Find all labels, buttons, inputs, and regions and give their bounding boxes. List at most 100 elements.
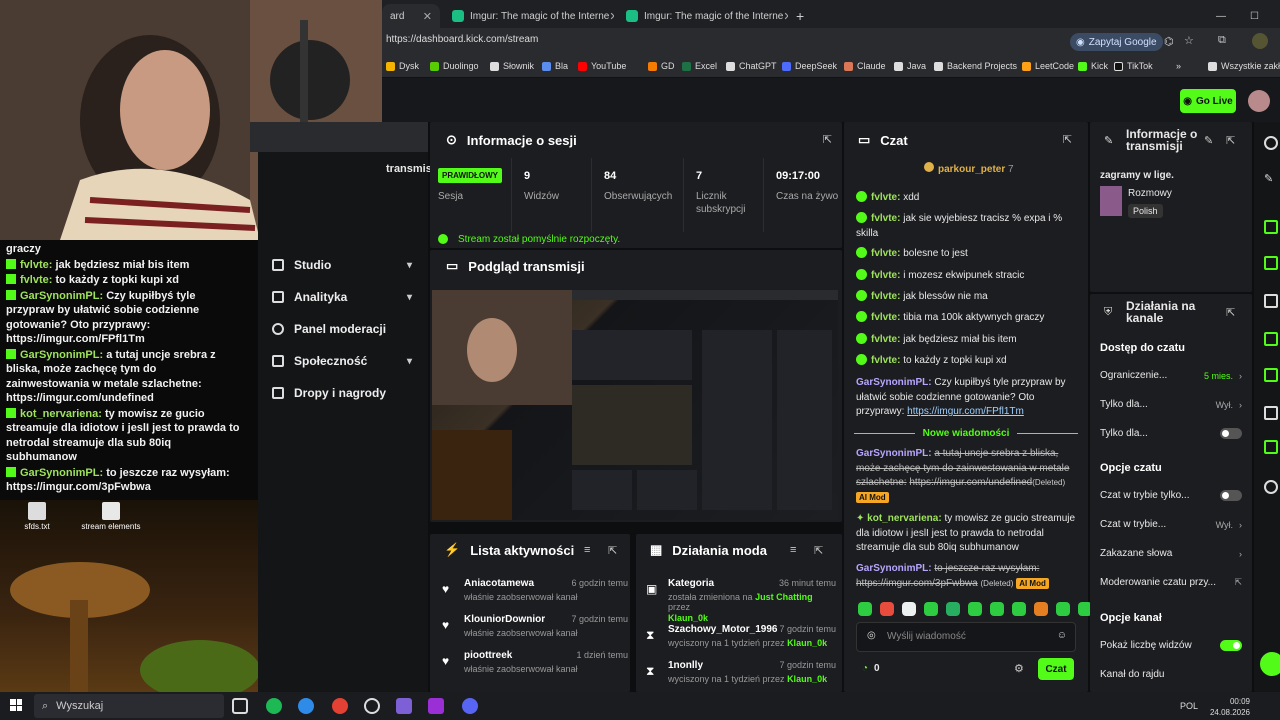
emote-icon[interactable] (902, 602, 916, 616)
bolt-icon[interactable] (1264, 256, 1278, 270)
toggle-switch[interactable] (1220, 490, 1242, 501)
bookmark[interactable]: LeetCode (1022, 61, 1074, 71)
bookmark[interactable]: Słownik (490, 61, 534, 71)
info-icon[interactable] (1264, 136, 1278, 150)
popout-icon[interactable]: ⇱ (608, 544, 617, 557)
bookmark[interactable]: GD (648, 61, 675, 71)
channel-points[interactable]: ◔ 0 (862, 663, 880, 674)
sidebar-item-moderation[interactable]: Panel moderacji (272, 322, 412, 336)
raid-row[interactable]: Kanał do rajdu (1100, 669, 1242, 680)
gear-icon[interactable]: ⚙ (1014, 662, 1024, 675)
filter-icon[interactable]: ≡ (584, 544, 590, 556)
new-tab-button[interactable]: + (788, 4, 812, 28)
bookmark[interactable]: YouTube (578, 61, 626, 71)
bookmark[interactable]: Claude (844, 61, 886, 71)
task-view-icon[interactable] (232, 698, 248, 714)
sidebar-item-community[interactable]: Społeczność ▾ (272, 354, 412, 368)
browser-tab[interactable]: Imgur: The magic of the Interne ✕ (618, 4, 788, 28)
mode-row[interactable]: Czat w trybie... Wył. › (1100, 519, 1242, 530)
close-icon[interactable]: ✕ (609, 10, 614, 23)
bookmark[interactable]: DeepSeek (782, 61, 837, 71)
chat-icon[interactable] (1264, 332, 1278, 346)
send-chat-button[interactable]: Czat (1038, 658, 1074, 680)
grid-icon[interactable] (1264, 406, 1278, 420)
bookmark[interactable]: Duolingo (430, 61, 479, 71)
clock[interactable]: 00:09 24.08.2026 (1210, 696, 1250, 718)
panel-toggle-icon[interactable] (1264, 220, 1278, 234)
shield-icon[interactable] (1264, 368, 1278, 382)
url-field[interactable]: https://dashboard.kick.com/stream (386, 34, 538, 45)
bookmark-star-icon[interactable]: ☆ (1184, 34, 1194, 47)
bookmark[interactable]: Wszystkie zakła (1208, 61, 1280, 71)
maximize-button[interactable]: ☐ (1242, 4, 1266, 28)
discord-icon[interactable] (462, 698, 478, 714)
extensions-icon[interactable]: ⧉ (1218, 34, 1226, 47)
chat-link[interactable]: https://imgur.com/FPfl1Tm (907, 406, 1024, 417)
profile-icon[interactable] (1252, 33, 1268, 49)
emote-icon[interactable] (924, 602, 938, 616)
emote-icon[interactable] (1012, 602, 1026, 616)
minimize-button[interactable]: — (1208, 4, 1232, 28)
followers-only-row[interactable]: Tylko dla... Wył. › (1100, 399, 1242, 410)
app-icon[interactable] (428, 698, 444, 714)
apps-icon[interactable] (1264, 480, 1278, 494)
sidebar-item-studio[interactable]: Studio ▾ (272, 258, 412, 272)
popout-icon[interactable]: ⇱ (823, 133, 832, 146)
headset-icon[interactable] (1260, 652, 1280, 676)
chat-input[interactable]: ◎ Wyślij wiadomość ☺ (856, 622, 1076, 652)
gavel-icon[interactable] (1264, 440, 1278, 454)
avatar[interactable] (1248, 90, 1270, 112)
incognito-icon[interactable]: ⌬ (1164, 35, 1174, 48)
slow-mode-row[interactable]: Czat w trybie tylko... (1100, 490, 1242, 501)
obs-icon[interactable] (364, 698, 380, 714)
app-icon[interactable] (396, 698, 412, 714)
bookmark[interactable]: Kick (1078, 61, 1108, 71)
restriction-row[interactable]: Ograniczenie... 5 mies. › (1100, 370, 1242, 381)
go-live-button[interactable]: ◉ Go Live (1180, 89, 1236, 113)
popout-icon[interactable]: ⇱ (814, 544, 823, 557)
emote-icon[interactable] (880, 602, 894, 616)
desktop-icon-stream-elements[interactable]: stream elements (76, 502, 146, 531)
taskbar-search[interactable]: ⌕ Wyszukaj (34, 694, 224, 718)
sidebar-item-active[interactable] (250, 122, 428, 152)
sidebar-item-drops[interactable]: Dropy i nagrody (272, 386, 412, 400)
emote-icon[interactable] (990, 602, 1004, 616)
desktop-icon-file[interactable]: sfds.txt (2, 502, 72, 531)
filter-icon[interactable]: ≡ (790, 544, 796, 556)
moderation-row[interactable]: Moderowanie czatu przy... ⇱ (1100, 577, 1242, 588)
pencil-icon[interactable]: ✎ (1264, 172, 1278, 186)
popout-icon[interactable]: ⇱ (1063, 133, 1072, 146)
bookmark[interactable]: TikTok (1114, 61, 1153, 71)
emote-picker-icon[interactable]: ◎ (867, 630, 876, 641)
emote-icon[interactable] (946, 602, 960, 616)
browser-tab[interactable]: ard ✕ (382, 4, 440, 28)
chrome-icon[interactable] (332, 698, 348, 714)
emote-icon[interactable] (1034, 602, 1048, 616)
browser-tab[interactable]: Imgur: The magic of the Interne ✕ (444, 4, 614, 28)
subs-only-row[interactable]: Tylko dla... (1100, 428, 1242, 439)
bookmark[interactable]: Backend Projects (934, 61, 1017, 71)
edge-icon[interactable] (298, 698, 314, 714)
smiley-icon[interactable]: ☺ (1057, 630, 1067, 641)
windows-start-icon[interactable] (10, 699, 22, 711)
list-icon[interactable] (1264, 294, 1278, 308)
bookmark[interactable]: Excel (682, 61, 717, 71)
emote-icon[interactable] (858, 602, 872, 616)
bookmark[interactable]: Java (894, 61, 926, 71)
emote-icon[interactable] (1056, 602, 1070, 616)
spotify-icon[interactable] (266, 698, 282, 714)
close-icon[interactable]: ✕ (423, 10, 432, 23)
language-indicator[interactable]: POL (1180, 701, 1198, 711)
ask-google-button[interactable]: ◉ Zapytaj Google (1070, 33, 1163, 51)
toggle-switch[interactable] (1220, 428, 1242, 439)
show-viewers-row[interactable]: Pokaż liczbę widzów (1100, 640, 1242, 651)
bookmark[interactable]: ChatGPT (726, 61, 777, 71)
emote-icon[interactable] (968, 602, 982, 616)
popout-icon[interactable]: ⇱ (1226, 134, 1235, 147)
banned-words-row[interactable]: Zakazane słowa › (1100, 548, 1242, 559)
bookmark[interactable]: Bla (542, 61, 568, 71)
edit-icon[interactable]: ✎ (1204, 134, 1213, 147)
sidebar-item-analytics[interactable]: Analityka ▾ (272, 290, 412, 304)
toggle-switch[interactable] (1220, 640, 1242, 651)
bookmark[interactable]: Dysk (386, 61, 419, 71)
